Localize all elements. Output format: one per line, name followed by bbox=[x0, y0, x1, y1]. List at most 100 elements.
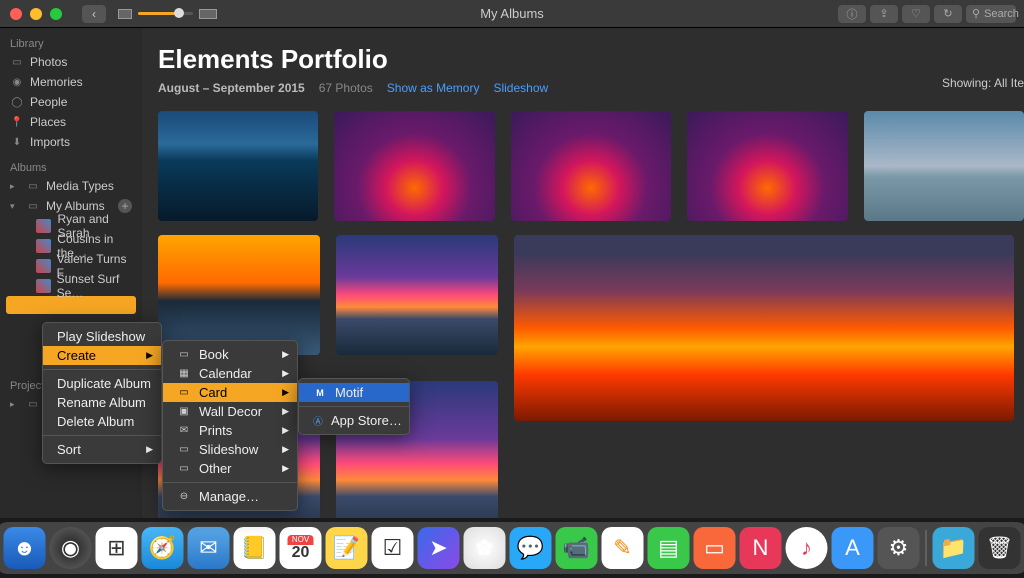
album-thumb-icon bbox=[36, 259, 51, 273]
album-thumb-icon bbox=[36, 279, 51, 293]
dock-appstore-icon[interactable]: A bbox=[832, 527, 874, 569]
zoom-in-icon bbox=[199, 9, 217, 19]
rotate-button[interactable]: ↻ bbox=[934, 5, 962, 23]
dock-pages-icon[interactable]: ✎ bbox=[602, 527, 644, 569]
close-window-button[interactable] bbox=[10, 8, 22, 20]
submenu-book[interactable]: ▭Book▶ bbox=[163, 345, 297, 364]
info-button[interactable]: ⓘ bbox=[838, 5, 866, 23]
dock-maps-icon[interactable]: ➤ bbox=[418, 527, 460, 569]
chevron-right-icon: ▸ bbox=[10, 399, 20, 410]
submenu-card[interactable]: ▭Card▶ bbox=[163, 383, 297, 402]
submenu-slideshow[interactable]: ▭Slideshow▶ bbox=[163, 440, 297, 459]
dock-finder-icon[interactable]: ☻ bbox=[4, 527, 46, 569]
dock-separator bbox=[926, 530, 927, 566]
dock-siri-icon[interactable]: ◉ bbox=[50, 527, 92, 569]
sidebar-item-media-types[interactable]: ▸▭Media Types bbox=[0, 176, 142, 196]
sidebar-item-photos[interactable]: ▭Photos bbox=[0, 52, 142, 72]
menu-sort[interactable]: Sort▶ bbox=[43, 440, 161, 459]
zoom-track[interactable] bbox=[138, 12, 193, 15]
chevron-right-icon: ▶ bbox=[282, 387, 289, 398]
sidebar-item-places[interactable]: 📍Places bbox=[0, 112, 142, 132]
chevron-right-icon: ▶ bbox=[282, 463, 289, 474]
photo-thumbnail[interactable] bbox=[514, 235, 1014, 421]
chevron-down-icon: ▾ bbox=[10, 201, 20, 212]
dock-launchpad-icon[interactable]: ⊞ bbox=[96, 527, 138, 569]
dock-reminders-icon[interactable]: ☑ bbox=[372, 527, 414, 569]
favorite-button[interactable]: ♡ bbox=[902, 5, 930, 23]
dock-calendar-icon[interactable]: NOV20 bbox=[280, 527, 322, 569]
sidebar-item-imports[interactable]: ⬇Imports bbox=[0, 132, 142, 152]
slideshow-link[interactable]: Slideshow bbox=[493, 81, 548, 95]
card-option-app-store[interactable]: ⒶApp Store… bbox=[299, 411, 409, 430]
manage-icon: ⊖ bbox=[177, 491, 191, 503]
dock-news-icon[interactable]: N bbox=[740, 527, 782, 569]
photo-thumbnail[interactable] bbox=[336, 235, 498, 355]
search-icon: ⚲ bbox=[972, 7, 980, 20]
chevron-right-icon: ▶ bbox=[282, 425, 289, 436]
imports-icon: ⬇ bbox=[10, 136, 24, 148]
sidebar-item-memories[interactable]: ◉Memories bbox=[0, 72, 142, 92]
photo-thumbnail[interactable] bbox=[864, 111, 1024, 221]
menu-delete-album[interactable]: Delete Album bbox=[43, 412, 161, 431]
card-icon: ▭ bbox=[177, 387, 191, 399]
photo-count: 67 Photos bbox=[319, 81, 373, 95]
sidebar-item-people[interactable]: ◯People bbox=[0, 92, 142, 112]
dock-notes-icon[interactable]: 📝 bbox=[326, 527, 368, 569]
chevron-right-icon: ▸ bbox=[10, 181, 20, 192]
share-button[interactable]: ⇪ bbox=[870, 5, 898, 23]
chevron-right-icon: ▶ bbox=[146, 350, 153, 361]
dock-safari-icon[interactable]: 🧭 bbox=[142, 527, 184, 569]
photo-thumbnail[interactable] bbox=[687, 111, 847, 221]
menu-rename-album[interactable]: Rename Album bbox=[43, 393, 161, 412]
chevron-right-icon: ▶ bbox=[282, 349, 289, 360]
zoom-slider[interactable] bbox=[118, 9, 217, 19]
submenu-wall-decor[interactable]: ▣Wall Decor▶ bbox=[163, 402, 297, 421]
menu-play-slideshow[interactable]: Play Slideshow bbox=[43, 327, 161, 346]
zoom-out-icon bbox=[118, 9, 132, 19]
date-range: August – September 2015 bbox=[158, 81, 305, 95]
memories-icon: ◉ bbox=[10, 76, 24, 88]
submenu-prints[interactable]: ✉Prints▶ bbox=[163, 421, 297, 440]
window-title: My Albums bbox=[480, 6, 544, 21]
show-as-memory-link[interactable]: Show as Memory bbox=[387, 81, 480, 95]
submenu-calendar[interactable]: ▦Calendar▶ bbox=[163, 364, 297, 383]
sidebar-album-item[interactable]: Sunset Surf Se… bbox=[0, 276, 142, 296]
back-button[interactable]: ‹ bbox=[82, 5, 106, 23]
dock-trash-icon[interactable]: 🗑 bbox=[979, 527, 1021, 569]
submenu-manage[interactable]: ⊖Manage… bbox=[163, 487, 297, 506]
dock-music-icon[interactable]: ♪ bbox=[786, 527, 828, 569]
dock-keynote-icon[interactable]: ▭ bbox=[694, 527, 736, 569]
search-input[interactable]: ⚲ Search bbox=[966, 5, 1016, 23]
dock-facetime-icon[interactable]: 📹 bbox=[556, 527, 598, 569]
photo-thumbnail[interactable] bbox=[158, 111, 318, 221]
add-album-button[interactable]: + bbox=[118, 199, 132, 213]
showing-filter[interactable]: Showing: All Ite bbox=[942, 76, 1024, 90]
app-store-icon: Ⓐ bbox=[313, 415, 323, 427]
photo-thumbnail[interactable] bbox=[334, 111, 494, 221]
menu-separator bbox=[43, 369, 161, 370]
zoom-thumb[interactable] bbox=[174, 8, 184, 18]
submenu-other[interactable]: ▭Other▶ bbox=[163, 459, 297, 478]
places-icon: 📍 bbox=[10, 116, 24, 128]
prints-icon: ✉ bbox=[177, 425, 191, 437]
minimize-window-button[interactable] bbox=[30, 8, 42, 20]
dock-messages-icon[interactable]: 💬 bbox=[510, 527, 552, 569]
dock-downloads-icon[interactable]: 📁 bbox=[933, 527, 975, 569]
dock-numbers-icon[interactable]: ▤ bbox=[648, 527, 690, 569]
chevron-right-icon: ▶ bbox=[146, 444, 153, 455]
dock-photos-icon[interactable]: ✿ bbox=[464, 527, 506, 569]
titlebar: ‹ My Albums ⓘ ⇪ ♡ ↻ ⚲ Search bbox=[0, 0, 1024, 28]
photo-thumbnail[interactable] bbox=[511, 111, 671, 221]
other-icon: ▭ bbox=[177, 463, 191, 475]
search-placeholder: Search bbox=[984, 8, 1019, 20]
dock-contacts-icon[interactable]: 📒 bbox=[234, 527, 276, 569]
card-option-motif[interactable]: MMotif bbox=[299, 383, 409, 402]
people-icon: ◯ bbox=[10, 96, 24, 108]
dock-mail-icon[interactable]: ✉ bbox=[188, 527, 230, 569]
photo-thumbnail[interactable] bbox=[158, 235, 320, 355]
menu-duplicate-album[interactable]: Duplicate Album bbox=[43, 374, 161, 393]
card-submenu: MMotif ⒶApp Store… bbox=[298, 378, 410, 435]
fullscreen-window-button[interactable] bbox=[50, 8, 62, 20]
dock-settings-icon[interactable]: ⚙ bbox=[878, 527, 920, 569]
menu-create[interactable]: Create▶ bbox=[43, 346, 161, 365]
